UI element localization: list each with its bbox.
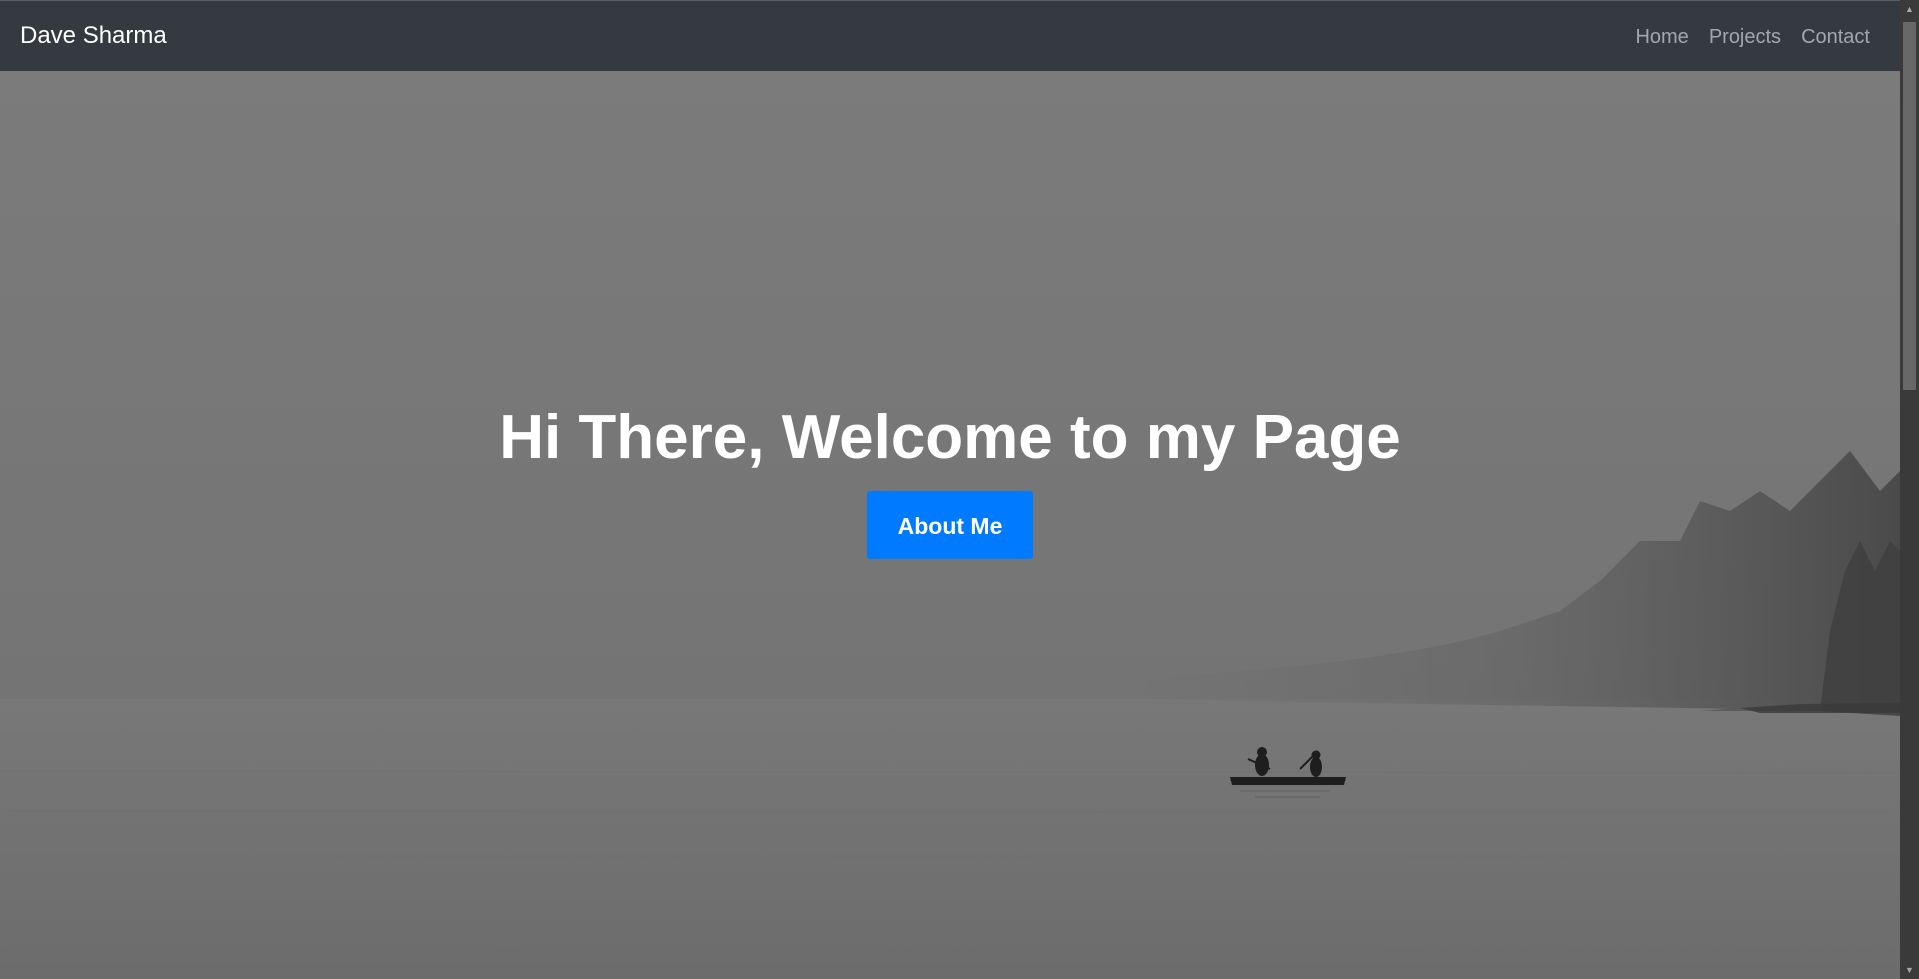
- scrollbar-thumb[interactable]: [1903, 22, 1916, 390]
- nav-link-contact[interactable]: Contact: [1801, 23, 1870, 51]
- nav-link-home[interactable]: Home: [1635, 23, 1688, 51]
- vertical-scrollbar[interactable]: ▲ ▼: [1900, 0, 1919, 979]
- chevron-down-icon[interactable]: ▼: [1900, 961, 1919, 979]
- hero-content: Hi There, Welcome to my Page About Me: [0, 401, 1900, 559]
- about-me-button[interactable]: About Me: [867, 491, 1033, 559]
- hero-title: Hi There, Welcome to my Page: [499, 403, 1401, 472]
- navbar: Dave Sharma Home Projects Contact: [0, 0, 1900, 71]
- nav-links: Home Projects Contact: [1635, 23, 1870, 51]
- hero-section: Hi There, Welcome to my Page About Me: [0, 71, 1900, 979]
- page-viewport: Dave Sharma Home Projects Contact Hi The…: [0, 0, 1900, 979]
- nav-link-projects[interactable]: Projects: [1709, 23, 1781, 51]
- brand-logo-link[interactable]: Dave Sharma: [20, 21, 167, 51]
- chevron-up-icon[interactable]: ▲: [1900, 0, 1919, 18]
